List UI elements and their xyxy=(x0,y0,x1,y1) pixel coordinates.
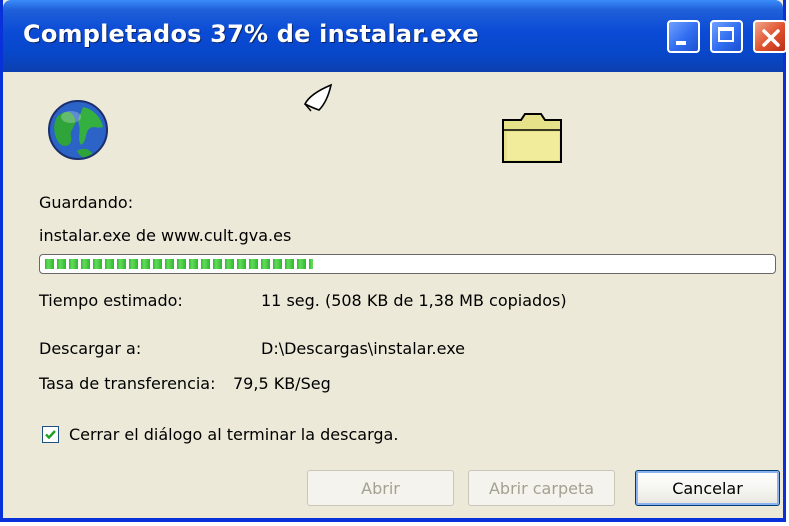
file-source-text: instalar.exe de www.cult.gva.es xyxy=(39,226,292,245)
close-on-finish-checkbox[interactable] xyxy=(42,426,59,443)
open-folder-button[interactable]: Abrir carpeta xyxy=(468,470,615,506)
globe-icon xyxy=(48,100,108,160)
cancel-button[interactable]: Cancelar xyxy=(635,470,780,506)
close-icon xyxy=(762,29,780,47)
minimize-button[interactable] xyxy=(667,20,700,53)
download-dialog: Completados 37% de instalar.exe Guardand… xyxy=(0,0,787,522)
download-progress-bar xyxy=(39,254,776,274)
download-to-value: D:\Descargas\instalar.exe xyxy=(261,339,466,358)
folder-icon xyxy=(502,113,562,163)
time-estimate-label: Tiempo estimado: xyxy=(39,291,183,310)
title-bar[interactable]: Completados 37% de instalar.exe xyxy=(3,0,787,72)
saving-label: Guardando: xyxy=(39,193,134,212)
window-title: Completados 37% de instalar.exe xyxy=(23,20,479,48)
progress-fill xyxy=(45,259,313,269)
maximize-button[interactable] xyxy=(710,20,743,53)
open-button[interactable]: Abrir xyxy=(307,470,454,506)
download-to-label: Descargar a: xyxy=(39,339,142,358)
checkmark-icon xyxy=(45,430,56,440)
time-estimate-value: 11 seg. (508 KB de 1,38 MB copiados) xyxy=(261,291,567,310)
transfer-rate-label: Tasa de transferencia: xyxy=(39,374,216,393)
transfer-rate-value: 79,5 KB/Seg xyxy=(233,374,331,393)
close-button[interactable] xyxy=(753,20,787,53)
flying-paper-icon xyxy=(303,83,333,112)
close-on-finish-label[interactable]: Cerrar el diálogo al terminar la descarg… xyxy=(69,425,398,444)
